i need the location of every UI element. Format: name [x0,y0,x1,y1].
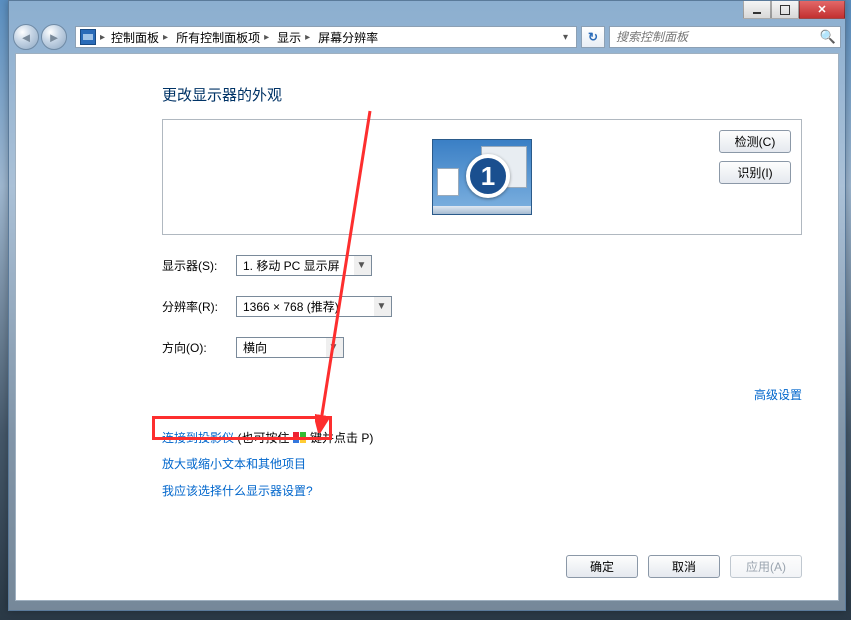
address-dropdown[interactable]: ▾ [559,32,572,43]
breadcrumb-item[interactable]: 显示▸ [275,29,314,46]
help-links: 连接到投影仪 (也可按住 键并点击 P) 放大或缩小文本和其他项目 我应该选择什… [162,425,802,504]
orientation-select[interactable]: 横向 ▼ [236,337,344,358]
forward-button[interactable]: ► [41,24,67,50]
projector-hint: (也可按住 [237,431,292,445]
page-title: 更改显示器的外观 [162,84,802,105]
which-settings-link[interactable]: 我应该选择什么显示器设置? [162,484,313,498]
client-area: 更改显示器的外观 1 检测(C) 识别(I) 显示器(S): 1. 移动 PC … [15,53,839,601]
text-size-link[interactable]: 放大或缩小文本和其他项目 [162,457,306,471]
window-frame: ◄ ► ▸ 控制面板▸ 所有控制面板项▸ 显示▸ 屏幕分辨率 ▾ ↻ 🔍 更改显… [8,0,846,611]
orientation-label: 方向(O): [162,339,236,356]
windows-key-icon [293,432,307,444]
chevron-down-icon: ▼ [354,260,369,271]
breadcrumb-item[interactable]: 所有控制面板项▸ [174,29,273,46]
projector-link[interactable]: 连接到投影仪 [162,431,234,445]
close-button[interactable] [799,1,845,19]
breadcrumb-item[interactable]: 控制面板▸ [109,29,172,46]
search-input[interactable] [614,29,820,45]
chevron-down-icon: ▼ [374,301,389,312]
minimize-button[interactable] [743,1,771,19]
display-select[interactable]: 1. 移动 PC 显示屏 ▼ [236,255,372,276]
ok-button[interactable]: 确定 [566,555,638,578]
refresh-button[interactable]: ↻ [581,26,605,48]
back-button[interactable]: ◄ [13,24,39,50]
breadcrumb-root-arrow[interactable]: ▸ [98,32,107,43]
identify-button[interactable]: 识别(I) [719,161,791,184]
monitor-preview[interactable]: 1 [432,139,532,215]
breadcrumb-item[interactable]: 屏幕分辨率 [316,29,380,46]
titlebar[interactable] [9,1,845,21]
resolution-label: 分辨率(R): [162,298,236,315]
cancel-button[interactable]: 取消 [648,555,720,578]
advanced-settings-link[interactable]: 高级设置 [162,386,802,403]
search-box[interactable]: 🔍 [609,26,841,48]
monitor-number-badge: 1 [466,154,510,198]
detect-button[interactable]: 检测(C) [719,130,791,153]
apply-button: 应用(A) [730,555,802,578]
search-icon[interactable]: 🔍 [820,29,836,45]
orientation-select-value: 横向 [243,339,267,356]
address-bar[interactable]: ▸ 控制面板▸ 所有控制面板项▸ 显示▸ 屏幕分辨率 ▾ [75,26,577,48]
display-label: 显示器(S): [162,257,236,274]
projector-hint-tail: 键并点击 P) [310,431,373,445]
chevron-down-icon: ▼ [326,342,341,353]
resolution-select[interactable]: 1366 × 768 (推荐) ▼ [236,296,392,317]
monitor-arrangement-panel[interactable]: 1 检测(C) 识别(I) [162,119,802,235]
display-select-value: 1. 移动 PC 显示屏 [243,257,340,274]
control-panel-icon [80,29,96,45]
maximize-button[interactable] [771,1,799,19]
navbar: ◄ ► ▸ 控制面板▸ 所有控制面板项▸ 显示▸ 屏幕分辨率 ▾ ↻ 🔍 [9,21,845,53]
resolution-select-value: 1366 × 768 (推荐) [243,298,339,315]
